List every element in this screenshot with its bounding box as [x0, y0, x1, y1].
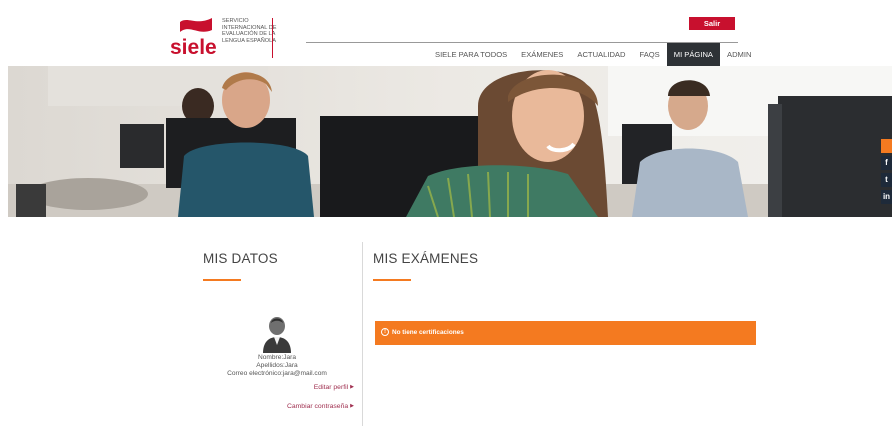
alert-text: No tiene certificaciones [392, 329, 464, 336]
nav-item-actualidad[interactable]: ACTUALIDAD [570, 43, 632, 67]
profile-title-underline [203, 279, 241, 281]
logout-button[interactable]: Salir [689, 17, 735, 30]
twitter-icon[interactable]: t [881, 173, 892, 187]
profile-section-title: MIS DATOS [203, 251, 278, 266]
exams-section-title: MIS EXÁMENES [373, 251, 479, 266]
exams-title-underline [373, 279, 411, 281]
site-header: siele SERVICIO INTERNACIONAL DE EVALUACI… [0, 0, 892, 67]
social-bar: f t in [881, 139, 892, 207]
main-nav: SIELE PARA TODOS EXÁMENES ACTUALIDAD FAQ… [428, 43, 758, 67]
linkedin-icon[interactable]: in [881, 190, 892, 204]
nav-item-faqs[interactable]: FAQS [632, 43, 666, 67]
user-info: Nombre:Jara Apellidos:Jara Correo electr… [208, 354, 346, 378]
column-divider [362, 242, 363, 426]
logo-subtitle: SERVICIO INTERNACIONAL DE EVALUACIÓN DE … [222, 18, 277, 44]
user-name: Nombre:Jara [257, 354, 297, 361]
user-avatar-icon [263, 317, 291, 353]
rss-icon[interactable] [881, 139, 892, 153]
hero-banner-image [8, 66, 892, 217]
siele-logo[interactable]: siele SERVICIO INTERNACIONAL DE EVALUACI… [170, 14, 280, 60]
user-email: Correo electrónico:jara@mail.com [227, 370, 327, 377]
arrow-right-icon: ▶ [350, 384, 354, 390]
edit-profile-label: Editar perfil [313, 384, 349, 391]
nav-item-admin[interactable]: ADMIN [720, 43, 758, 67]
info-icon: ! [381, 328, 389, 337]
arrow-right-icon: ▶ [350, 403, 354, 409]
nav-item-siele-para-todos[interactable]: SIELE PARA TODOS [428, 43, 514, 67]
nav-item-examenes[interactable]: EXÁMENES [514, 43, 570, 67]
facebook-icon[interactable]: f [881, 156, 892, 170]
change-password-label: Cambiar contraseña [286, 403, 349, 410]
user-surname: Apellidos:Jara [256, 362, 298, 369]
nav-item-mi-pagina[interactable]: MI PÁGINA [666, 43, 720, 67]
no-certifications-alert: ! No tiene certificaciones [375, 321, 756, 345]
edit-profile-link[interactable]: Editar perfil ▶ [300, 384, 354, 391]
flag-logo-icon [180, 18, 212, 32]
change-password-link[interactable]: Cambiar contraseña ▶ [270, 403, 354, 410]
logo-text: siele [170, 36, 217, 59]
logo-divider [272, 18, 273, 58]
